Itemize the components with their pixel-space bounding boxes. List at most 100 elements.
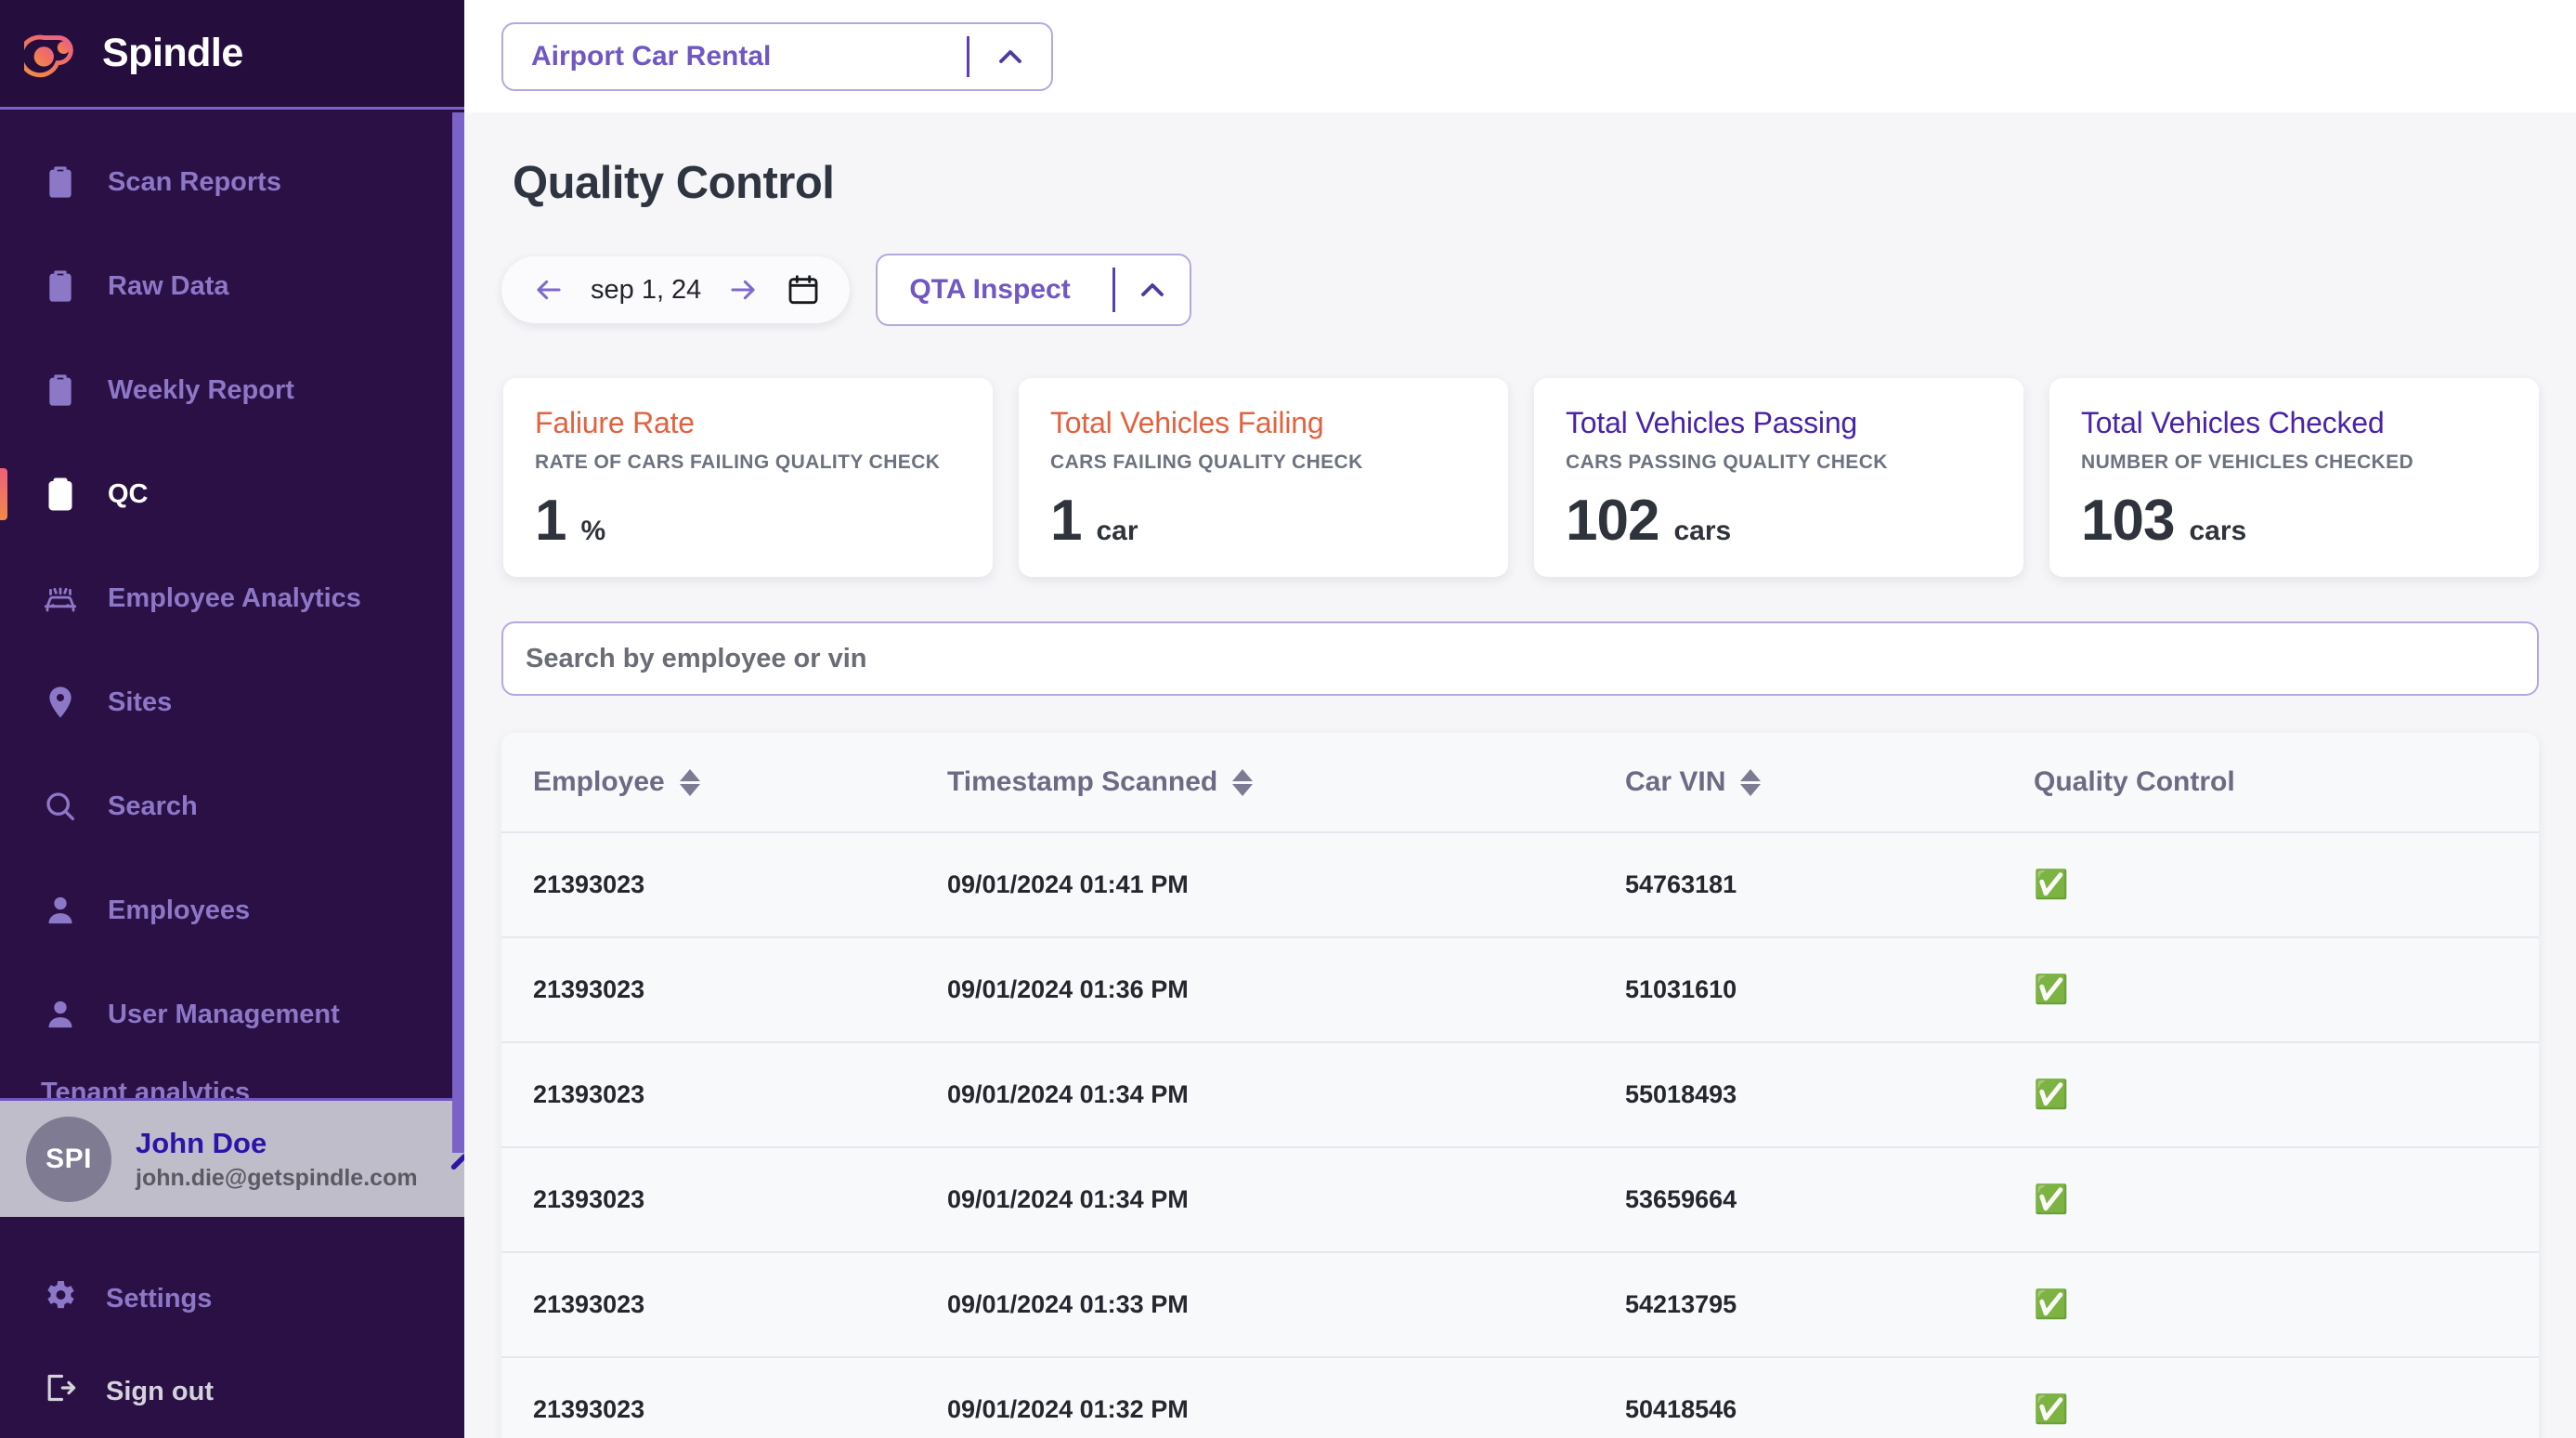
column-header-employee[interactable]: Employee	[501, 733, 947, 832]
sidebar-item-label: Employees	[108, 895, 250, 926]
search-input[interactable]	[526, 644, 2515, 674]
avatar: SPI	[26, 1117, 111, 1202]
sidebar-item-search[interactable]: Search	[0, 754, 464, 858]
cell-vin: 51031610	[1625, 937, 2034, 1042]
sidebar-nav: Scan Reports Raw Data Weekly Report QC	[0, 110, 464, 1098]
sidebar-logo[interactable]: Spindle	[0, 0, 464, 110]
sidebar-item-label: Settings	[106, 1284, 212, 1314]
brand-name: Spindle	[102, 31, 243, 76]
card-value-row: 1 %	[535, 474, 961, 550]
tenant-select-value: Airport Car Rental	[503, 41, 967, 72]
sort-icon[interactable]	[1740, 769, 1761, 796]
sign-out-icon	[41, 1369, 78, 1414]
card-unit: %	[580, 516, 605, 547]
search-bar[interactable]	[501, 621, 2539, 696]
cell-employee: 21393023	[501, 1357, 947, 1438]
calendar-icon[interactable]	[783, 269, 824, 310]
cell-vin: 55018493	[1625, 1042, 2034, 1147]
status-badge: ✅	[2034, 832, 2539, 937]
sidebar: Spindle Scan Reports Raw Data Weekly Rep	[0, 0, 464, 1438]
stat-card-total-vehicles-passing: Total Vehicles Passing CARS PASSING QUAL…	[1534, 378, 2023, 577]
sidebar-item-settings[interactable]: Settings	[0, 1252, 464, 1345]
arrow-right-icon[interactable]	[722, 271, 764, 308]
sidebar-item-sites[interactable]: Sites	[0, 650, 464, 754]
card-title: Total Vehicles Failing	[1050, 406, 1477, 440]
cell-timestamp: 09/01/2024 01:34 PM	[947, 1147, 1625, 1252]
sidebar-item-label: Search	[108, 791, 198, 822]
stat-card-total-vehicles-checked: Total Vehicles Checked NUMBER OF VEHICLE…	[2049, 378, 2539, 577]
sidebar-item-weekly-report[interactable]: Weekly Report	[0, 338, 464, 442]
column-header-car-vin[interactable]: Car VIN	[1625, 733, 2034, 832]
qc-table: Employee Timestamp Scanned	[501, 733, 2539, 1438]
status-badge: ✅	[2034, 937, 2539, 1042]
table-row[interactable]: 21393023 09/01/2024 01:33 PM 54213795 ✅	[501, 1252, 2539, 1357]
date-value: sep 1, 24	[589, 275, 703, 306]
sidebar-item-user-management[interactable]: User Management	[0, 962, 464, 1066]
sidebar-item-label: Scan Reports	[108, 167, 281, 198]
sidebar-item-label: Sites	[108, 687, 172, 718]
sidebar-item-employees[interactable]: Employees	[0, 858, 464, 962]
sidebar-item-qc[interactable]: QC	[0, 442, 464, 546]
sidebar-user-card[interactable]: SPI John Doe john.die@getspindle.com	[0, 1098, 464, 1217]
card-unit: cars	[2189, 516, 2246, 547]
cell-vin: 50418546	[1625, 1357, 2034, 1438]
page-body: Quality Control sep 1, 24 QTA Inspect	[464, 112, 2576, 1438]
topbar: Airport Car Rental	[464, 0, 2576, 112]
table-row[interactable]: 21393023 09/01/2024 01:34 PM 53659664 ✅	[501, 1147, 2539, 1252]
card-unit: cars	[1673, 516, 1731, 547]
column-label: Employee	[533, 766, 665, 798]
stat-cards: Faliure Rate RATE OF CARS FAILING QUALIT…	[501, 326, 2539, 577]
person-icon	[41, 995, 80, 1034]
sidebar-item-sign-out[interactable]: Sign out	[0, 1345, 464, 1438]
cell-timestamp: 09/01/2024 01:32 PM	[947, 1357, 1625, 1438]
sidebar-item-raw-data[interactable]: Raw Data	[0, 234, 464, 338]
table-row[interactable]: 21393023 09/01/2024 01:41 PM 54763181 ✅	[501, 832, 2539, 937]
inspection-select[interactable]: QTA Inspect	[876, 254, 1191, 326]
car-wash-icon	[41, 579, 80, 618]
chevron-up-icon[interactable]	[969, 38, 1051, 75]
column-header-quality-control: Quality Control	[2034, 733, 2539, 832]
table-row[interactable]: 21393023 09/01/2024 01:34 PM 55018493 ✅	[501, 1042, 2539, 1147]
sidebar-item-label: QC	[108, 479, 149, 510]
cell-vin: 53659664	[1625, 1147, 2034, 1252]
arrow-left-icon[interactable]	[527, 271, 570, 308]
column-header-timestamp-scanned[interactable]: Timestamp Scanned	[947, 733, 1625, 832]
sort-icon[interactable]	[680, 769, 700, 796]
map-pin-icon	[41, 683, 80, 722]
card-value-row: 102 cars	[1566, 474, 1992, 550]
chevron-up-icon[interactable]	[1115, 271, 1190, 308]
person-icon	[41, 891, 80, 930]
table-head: Employee Timestamp Scanned	[501, 733, 2539, 832]
sidebar-item-label: User Management	[108, 1000, 340, 1030]
inspection-select-value: QTA Inspect	[878, 274, 1112, 306]
sort-icon[interactable]	[1232, 769, 1253, 796]
cell-employee: 21393023	[501, 1042, 947, 1147]
cell-timestamp: 09/01/2024 01:34 PM	[947, 1042, 1625, 1147]
card-value: 103	[2081, 492, 2174, 550]
sidebar-item-employee-analytics[interactable]: Employee Analytics	[0, 546, 464, 650]
clipboard-icon	[41, 371, 80, 410]
tenant-select[interactable]: Airport Car Rental	[501, 22, 1053, 91]
cell-employee: 21393023	[501, 832, 947, 937]
user-email: john.die@getspindle.com	[136, 1165, 418, 1192]
clipboard-icon	[41, 163, 80, 202]
card-subtitle: RATE OF CARS FAILING QUALITY CHECK	[535, 440, 961, 474]
card-value-row: 1 car	[1050, 474, 1477, 550]
date-selector[interactable]: sep 1, 24	[501, 256, 850, 323]
table-row[interactable]: 21393023 09/01/2024 01:36 PM 51031610 ✅	[501, 937, 2539, 1042]
card-subtitle: NUMBER OF VEHICLES CHECKED	[2081, 440, 2507, 474]
sidebar-footer: Settings Sign out	[0, 1217, 464, 1438]
cell-timestamp: 09/01/2024 01:36 PM	[947, 937, 1625, 1042]
sidebar-scrollbar[interactable]	[452, 112, 464, 1153]
sidebar-item-scan-reports[interactable]: Scan Reports	[0, 130, 464, 234]
cell-vin: 54763181	[1625, 832, 2034, 937]
status-badge: ✅	[2034, 1147, 2539, 1252]
sidebar-section-label: Tenant analytics	[0, 1066, 464, 1098]
sidebar-item-label: Employee Analytics	[108, 583, 361, 614]
table-row[interactable]: 21393023 09/01/2024 01:32 PM 50418546 ✅	[501, 1357, 2539, 1438]
qc-table-element: Employee Timestamp Scanned	[501, 733, 2539, 1438]
card-value-row: 103 cars	[2081, 474, 2507, 550]
card-title: Total Vehicles Checked	[2081, 406, 2507, 440]
card-unit: car	[1096, 516, 1138, 547]
cell-employee: 21393023	[501, 937, 947, 1042]
